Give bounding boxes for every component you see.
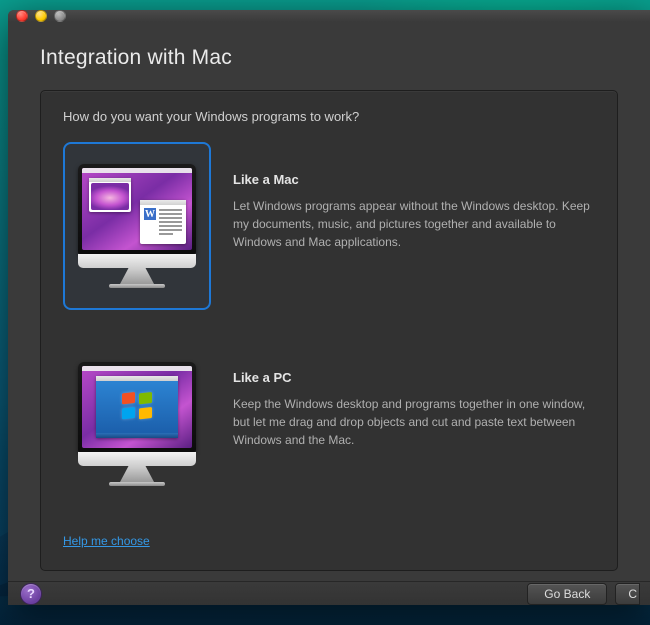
option-tile-mac[interactable]: W (63, 142, 211, 310)
zoom-icon (54, 10, 66, 22)
option-desc-pc: Keep the Windows desktop and programs to… (233, 395, 595, 449)
help-button[interactable]: ? (20, 583, 42, 605)
page-title: Integration with Mac (40, 46, 618, 70)
question-text: How do you want your Windows programs to… (63, 109, 595, 124)
installer-window: Integration with Mac How do you want you… (8, 10, 650, 605)
footer-bar: ? Go Back C (8, 581, 650, 605)
option-title-pc: Like a PC (233, 370, 595, 385)
option-tile-pc[interactable] (63, 340, 211, 508)
imac-mac-icon: W (77, 164, 197, 288)
option-like-a-pc: Like a PC Keep the Windows desktop and p… (63, 340, 595, 508)
option-desc-mac: Let Windows programs appear without the … (233, 197, 595, 251)
option-title-mac: Like a Mac (233, 172, 595, 187)
imac-pc-icon (77, 362, 197, 486)
continue-button[interactable]: C (615, 583, 640, 605)
option-like-a-mac: W Like a Mac Let Windows (63, 142, 595, 310)
options-panel: How do you want your Windows programs to… (40, 90, 618, 571)
content-area: Integration with Mac How do you want you… (8, 22, 650, 581)
minimize-icon[interactable] (35, 10, 47, 22)
go-back-button[interactable]: Go Back (527, 583, 607, 605)
help-me-choose-link[interactable]: Help me choose (63, 534, 150, 548)
titlebar (8, 10, 650, 22)
close-icon[interactable] (16, 10, 28, 22)
